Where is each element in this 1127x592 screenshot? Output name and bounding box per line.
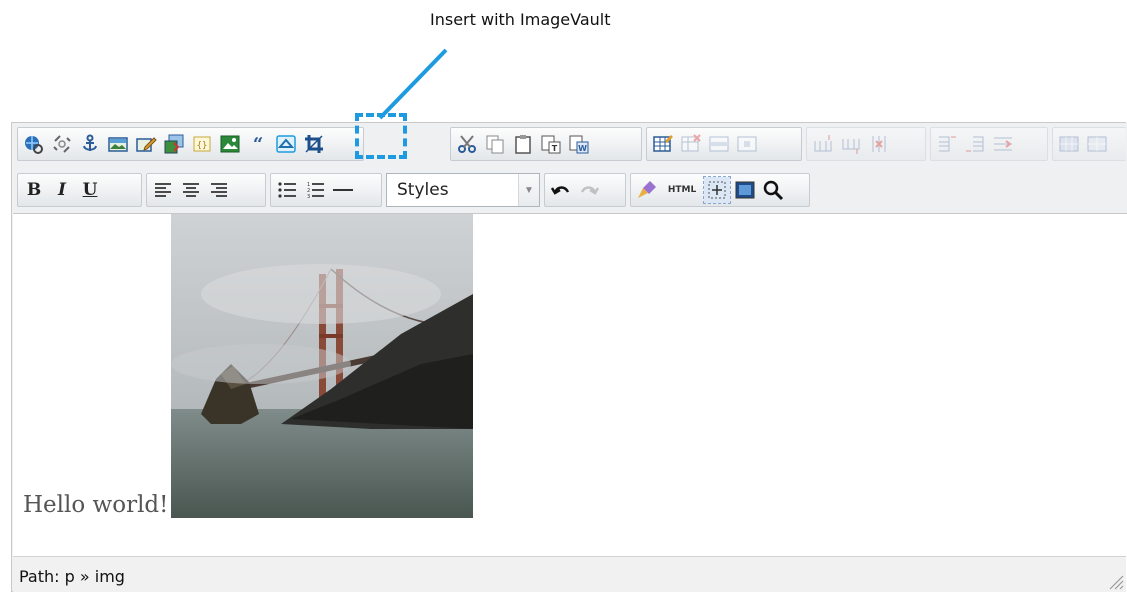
toolbar-group-lists: 123 [270, 173, 382, 207]
fullscreen-icon[interactable] [732, 177, 758, 203]
bold-button[interactable]: B [21, 177, 47, 203]
toolbar-group-history [544, 173, 626, 207]
toolbar-group-cols [930, 127, 1048, 161]
imagevault-callout-label: Insert with ImageVault [430, 10, 611, 29]
copy-icon[interactable] [482, 131, 508, 157]
anchor-icon[interactable] [77, 131, 103, 157]
cell-props-icon[interactable] [734, 131, 760, 157]
toolbar-group-cells [1052, 127, 1126, 161]
row-props-icon[interactable] [706, 131, 732, 157]
cleanup-icon[interactable] [634, 177, 660, 203]
html-source-button[interactable]: HTML [662, 177, 702, 203]
status-bar: Path: p » img [13, 557, 1126, 592]
numbered-list-icon[interactable]: 123 [302, 177, 328, 203]
insert-col-before-icon[interactable] [934, 131, 960, 157]
toolbar-group-format: B I U [17, 173, 142, 207]
editor-content-area[interactable]: Hello world! [13, 214, 1126, 557]
bullet-list-icon[interactable] [274, 177, 300, 203]
align-center-icon[interactable] [178, 177, 204, 203]
insert-col-after-icon[interactable] [962, 131, 988, 157]
insert-row-after-icon[interactable] [838, 131, 864, 157]
cut-icon[interactable] [454, 131, 480, 157]
horizontal-rule-icon[interactable] [330, 177, 356, 203]
toolbar-group-table [646, 127, 802, 161]
blockquote-icon[interactable]: “ [245, 131, 271, 157]
unlink-icon[interactable] [49, 131, 75, 157]
chevron-down-icon[interactable]: ▼ [518, 174, 539, 206]
svg-text:3: 3 [307, 194, 310, 200]
element-path: Path: p » img [19, 567, 125, 586]
image-icon[interactable] [105, 131, 131, 157]
content-text: Hello world! [23, 492, 169, 518]
search-icon[interactable] [760, 177, 786, 203]
insert-link-icon[interactable] [21, 131, 47, 157]
merge-cells-icon[interactable] [1084, 131, 1110, 157]
paste-text-icon[interactable]: T [538, 131, 564, 157]
inserted-image[interactable] [171, 214, 473, 518]
styles-dropdown[interactable]: Styles ▼ [386, 173, 540, 207]
toolbar-row-2: B I U 123 Styles ▼ HTML [13, 167, 1127, 214]
toolbar-group-align [146, 173, 266, 207]
undo-icon[interactable] [548, 177, 574, 203]
italic-button[interactable]: I [49, 177, 75, 203]
svg-text:{}: {} [197, 141, 208, 151]
rich-text-editor: {} “ T W B I U 1 2 3 Styles ▼ HTML Hello… [11, 122, 1127, 592]
html-source-label: HTML [667, 185, 697, 195]
visual-aid-icon[interactable] [703, 176, 731, 204]
paste-icon[interactable] [510, 131, 536, 157]
insert-media-icon[interactable] [161, 131, 187, 157]
table-icon[interactable] [650, 131, 676, 157]
toolbar-row-1: {} “ T W [13, 123, 1127, 167]
delete-row-icon[interactable] [866, 131, 892, 157]
split-cells-icon[interactable] [1056, 131, 1082, 157]
imagevault-insert-icon[interactable] [273, 131, 299, 157]
toolbar-group-clipboard: T W [450, 127, 642, 161]
delete-table-icon[interactable] [678, 131, 704, 157]
styles-dropdown-label: Styles [397, 180, 449, 200]
toolbar-group-tools: HTML [630, 173, 810, 207]
edit-image-icon[interactable] [133, 131, 159, 157]
toolbar-group-links: {} “ [17, 127, 364, 161]
svg-text:“: “ [253, 134, 263, 155]
toolbar-group-rows [806, 127, 926, 161]
svg-text:T: T [552, 144, 558, 153]
delete-col-icon[interactable] [990, 131, 1016, 157]
dynamic-content-icon[interactable]: {} [189, 131, 215, 157]
align-left-icon[interactable] [150, 177, 176, 203]
image-gallery-icon[interactable] [217, 131, 243, 157]
align-right-icon[interactable] [206, 177, 232, 203]
svg-text:W: W [578, 144, 587, 153]
paste-word-icon[interactable]: W [566, 131, 592, 157]
resize-handle-icon[interactable] [1106, 572, 1124, 590]
redo-icon[interactable] [576, 177, 602, 203]
underline-button[interactable]: U [77, 177, 103, 203]
insert-row-before-icon[interactable] [810, 131, 836, 157]
crop-icon[interactable] [301, 131, 327, 157]
